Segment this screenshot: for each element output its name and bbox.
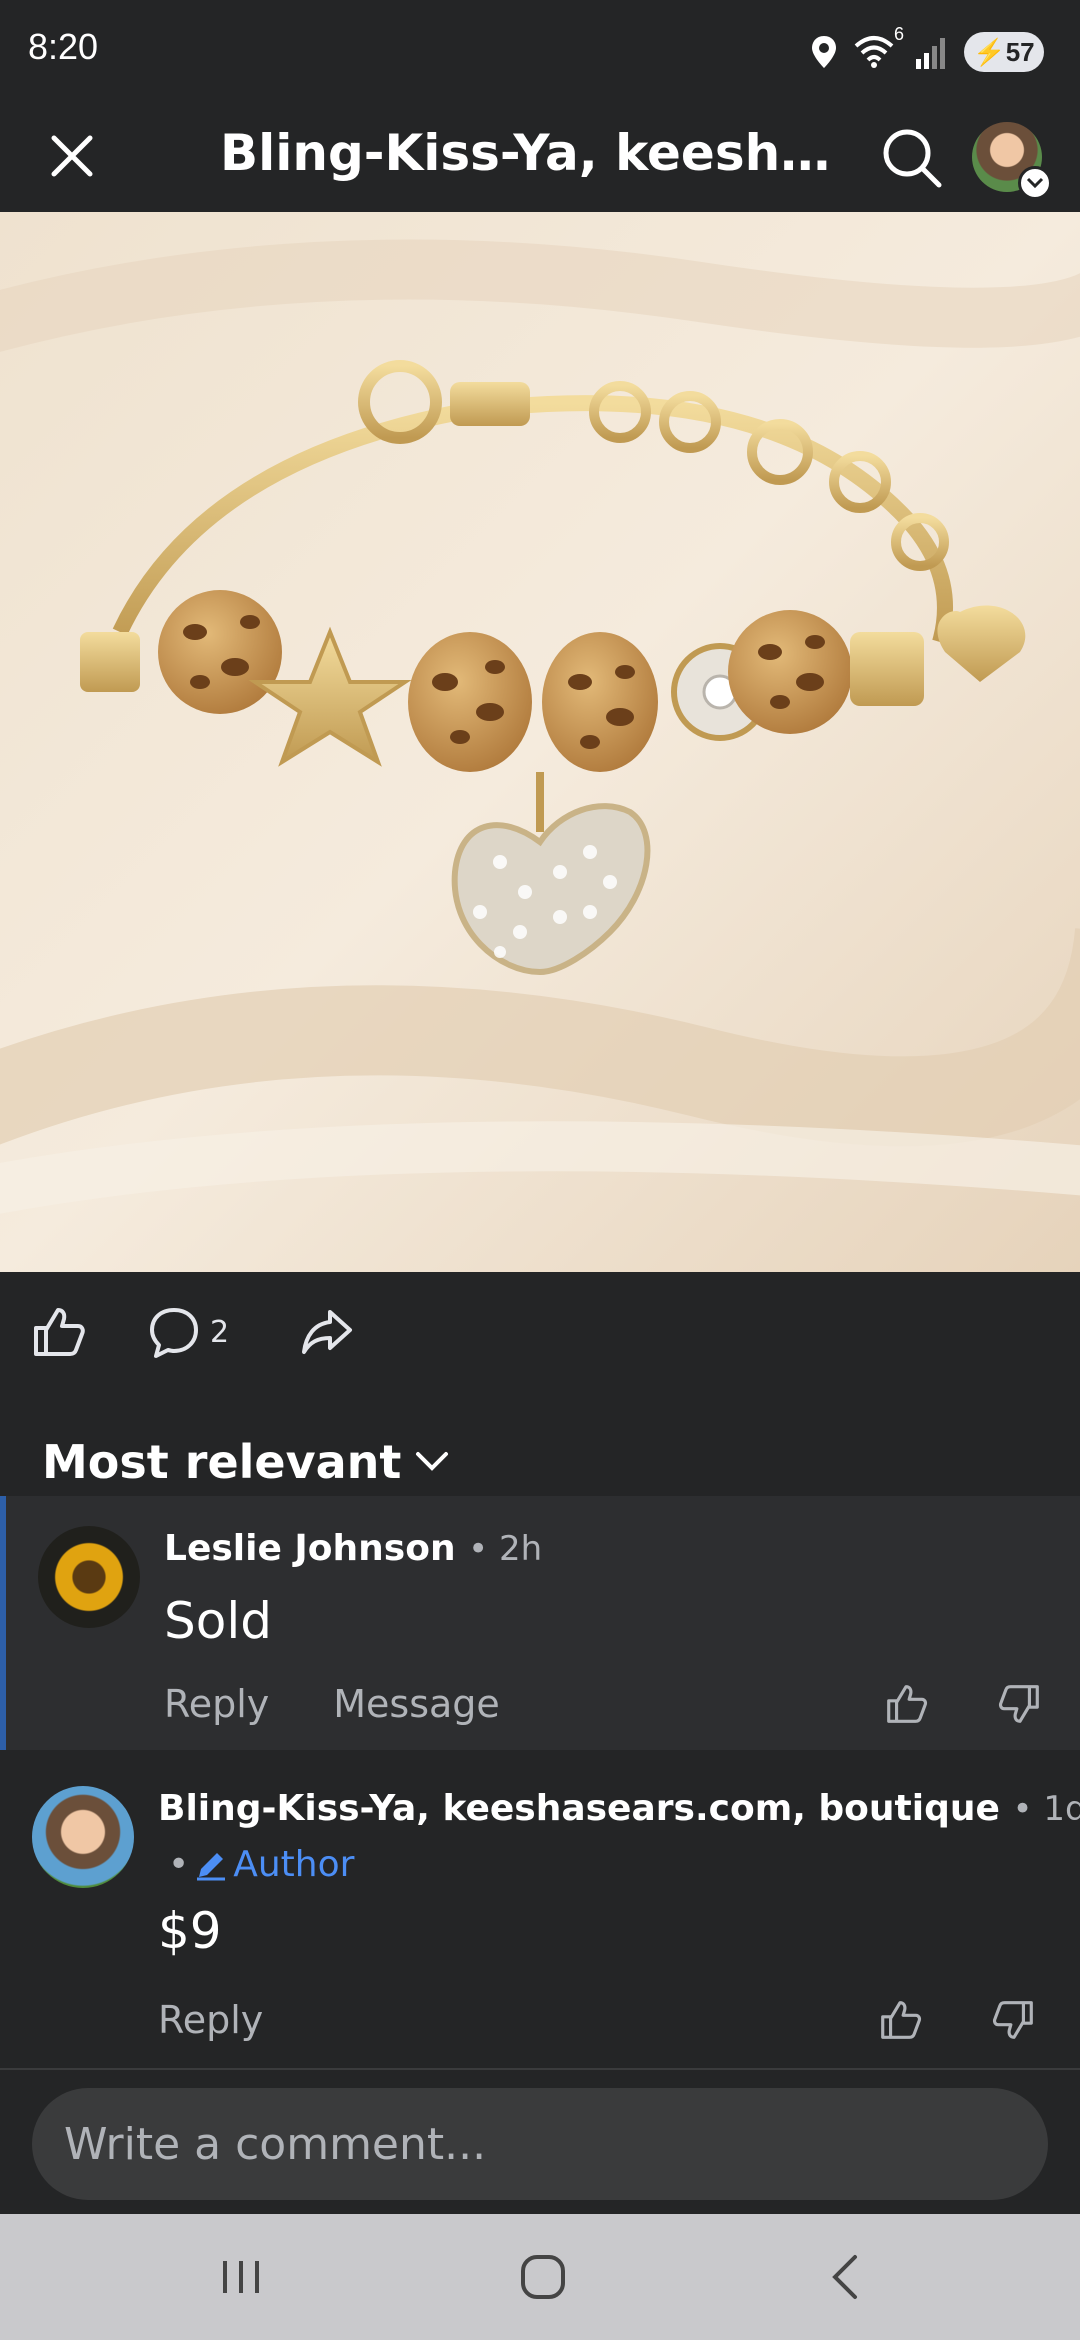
commenter-avatar[interactable] (32, 1786, 134, 1888)
commenter-avatar[interactable] (38, 1526, 140, 1628)
like-button[interactable] (30, 1302, 86, 1362)
post-photo[interactable] (0, 212, 1080, 1272)
system-nav-bar (0, 2214, 1080, 2340)
close-button[interactable] (30, 118, 114, 194)
status-icons: 6 ⚡ 57 (810, 24, 1044, 74)
comment-time: • 1d (1012, 1789, 1080, 1829)
thumbs-down-icon (998, 1685, 1039, 1723)
comment-count: 2 (210, 1314, 230, 1350)
bracelet-image (0, 212, 1080, 1272)
comment-like-button[interactable] (880, 1678, 932, 1730)
share-icon (302, 1310, 352, 1354)
comment-actions: Reply (158, 1998, 263, 2042)
like-icon (34, 1308, 85, 1356)
home-button[interactable] (498, 2242, 588, 2312)
comment-text: Sold (164, 1592, 272, 1650)
search-button[interactable] (872, 118, 952, 198)
message-button[interactable]: Message (333, 1682, 500, 1726)
comment-like-button[interactable] (874, 1994, 926, 2046)
comment-time: • 2h (468, 1529, 543, 1569)
post-action-bar: 2 (0, 1272, 1080, 1392)
wifi-icon: 6 (852, 24, 904, 72)
sort-label: Most relevant (42, 1435, 402, 1489)
comment-input-placeholder: Write a comment... (64, 2118, 487, 2170)
app-bar: Bling-Kiss-Ya, keeshase... (0, 100, 1080, 212)
recent-apps-icon (223, 2261, 259, 2293)
author-badge: • Author (168, 1844, 354, 1885)
reply-button[interactable]: Reply (158, 1998, 263, 2042)
status-time: 8:20 (28, 26, 99, 67)
chevron-down-icon (416, 1452, 449, 1471)
home-icon (521, 2255, 565, 2299)
comment-input[interactable]: Write a comment... (32, 2088, 1048, 2200)
reply-button[interactable]: Reply (164, 1682, 269, 1726)
close-icon (51, 135, 93, 177)
comment-sort-dropdown[interactable]: Most relevant (42, 1432, 449, 1492)
page-title: Bling-Kiss-Ya, keeshase... (220, 124, 860, 182)
comment-dislike-button[interactable] (994, 1678, 1046, 1730)
comment-item: Leslie Johnson • 2h Sold Reply Message (0, 1496, 1080, 1750)
pencil-icon (197, 1852, 226, 1880)
network-type: 6 (893, 24, 904, 44)
badge-separator: • (168, 1844, 190, 1885)
battery-level: 57 (1005, 36, 1035, 67)
comment-author-row: Bling-Kiss-Ya, keeshasears.com, boutique… (158, 1788, 1080, 1829)
comment-actions: Reply Message (164, 1682, 500, 1726)
recent-apps-button[interactable] (196, 2242, 286, 2312)
comment-dislike-button[interactable] (988, 1994, 1040, 2046)
comment-composer-bar: Write a comment... (0, 2068, 1080, 2214)
account-switch-badge (1018, 166, 1052, 200)
comment-button[interactable]: 2 (146, 1302, 229, 1362)
back-button[interactable] (800, 2242, 890, 2312)
battery-indicator: ⚡ 57 (964, 32, 1044, 72)
charging-icon: ⚡ (973, 36, 1006, 67)
comment-text: $9 (158, 1902, 222, 1960)
back-icon (832, 2255, 857, 2299)
search-icon (883, 129, 942, 188)
comment-item: Bling-Kiss-Ya, keeshasears.com, boutique… (0, 1752, 1080, 2068)
badge-label: Author (233, 1844, 355, 1885)
signal-icon (916, 38, 945, 69)
comment-author-row: Leslie Johnson • 2h (164, 1528, 542, 1569)
location-icon (812, 36, 836, 68)
profile-avatar-button[interactable] (972, 122, 1052, 200)
comment-author[interactable]: Bling-Kiss-Ya, keeshasears.com, boutique (158, 1788, 1000, 1829)
status-bar: 8:20 6 ⚡ 57 (0, 0, 1080, 100)
chevron-down-icon (1026, 177, 1044, 189)
comment-icon (150, 1308, 198, 1358)
thumbs-up-icon (887, 1685, 928, 1723)
comment-author[interactable]: Leslie Johnson (164, 1528, 456, 1569)
share-button[interactable] (298, 1302, 354, 1362)
thumbs-down-icon (992, 2001, 1033, 2039)
thumbs-up-icon (881, 2001, 922, 2039)
